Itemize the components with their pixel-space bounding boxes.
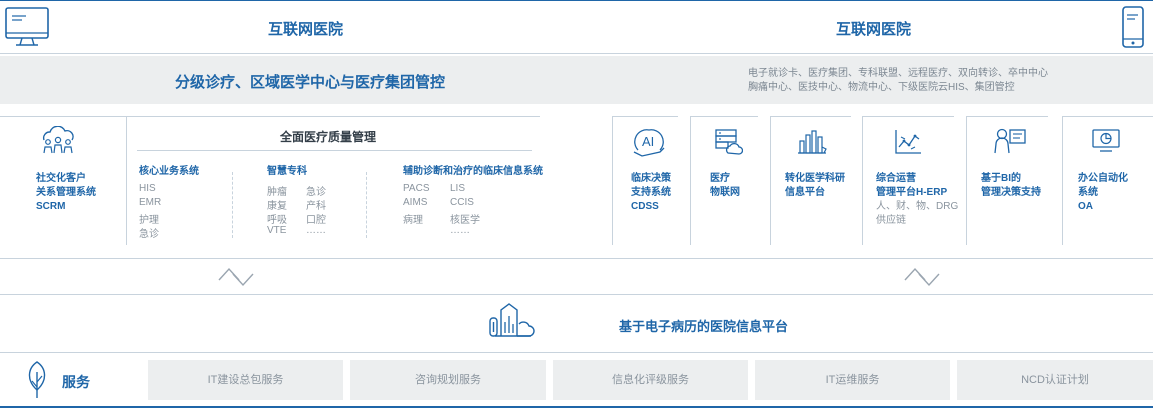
oa-line: 系统 xyxy=(1078,187,1098,198)
modules-bottom-divider xyxy=(0,258,1153,259)
col-specialty-item: 口腔 xyxy=(306,215,326,226)
col-specialty-item: 康复 xyxy=(267,201,287,212)
ai-icon: AI xyxy=(633,129,665,157)
band-note-line1: 电子就诊卡、医疗集团、专科联盟、远程医疗、双向转诊、卒中中心 xyxy=(748,68,1048,79)
svg-text:AI: AI xyxy=(642,134,654,149)
research-line: 转化医学科研 xyxy=(785,173,845,184)
cdss-line: 临床决策 xyxy=(631,173,671,184)
bi-line: 管理决策支持 xyxy=(981,187,1041,198)
service-item[interactable]: 咨询规划服务 xyxy=(350,360,546,400)
herp-line: 综合运营 xyxy=(876,173,916,184)
monitor-icon xyxy=(5,7,49,46)
col-specialty-item: 呼吸 xyxy=(267,215,287,226)
cdss-line: CDSS xyxy=(631,201,659,212)
services-label: 服务 xyxy=(62,374,90,390)
iot-line: 物联网 xyxy=(710,187,740,198)
header-divider xyxy=(0,53,1153,54)
iot-line: 医疗 xyxy=(710,173,730,184)
oa-line: 办公自动化 xyxy=(1078,173,1128,184)
herp-sub: 供应链 xyxy=(876,215,906,226)
cdss-line: 支持系统 xyxy=(631,187,671,198)
col-clinical-item: PACS xyxy=(403,183,430,194)
bottom-border xyxy=(0,406,1153,408)
data-cloud-icon xyxy=(489,303,535,337)
col-specialty-item: 肿瘤 xyxy=(267,187,287,198)
leaf-icon xyxy=(28,361,46,398)
col-divider xyxy=(366,172,367,238)
col-specialty-item: …… xyxy=(306,225,326,236)
oa-line: OA xyxy=(1078,201,1093,212)
scrm-line3: SCRM xyxy=(36,201,66,212)
band-note-line2: 胸痛中心、医技中心、物流中心、下级医院云HIS、集团管控 xyxy=(748,82,1015,93)
col-divider xyxy=(232,172,233,238)
service-item[interactable]: IT运维服务 xyxy=(755,360,950,400)
col-clinical-item: 核医学 xyxy=(450,215,480,226)
trend-chart-icon xyxy=(895,130,921,154)
quality-divider xyxy=(137,150,532,151)
col-core-item: EMR xyxy=(139,197,162,208)
bidirectional-arrows-icon xyxy=(904,267,940,287)
left-header-title: 互联网医院 xyxy=(268,21,344,38)
col-clinical-item: CCIS xyxy=(450,197,474,208)
col-core-item: HIS xyxy=(139,183,156,194)
col-specialty-title: 智慧专科 xyxy=(267,166,307,177)
col-clinical-item: …… xyxy=(450,225,470,236)
col-specialty-item: 急诊 xyxy=(306,187,326,198)
service-item[interactable]: 信息化评级服务 xyxy=(553,360,748,400)
services-top-divider xyxy=(0,352,1153,353)
scrm-line1: 社交化客户 xyxy=(36,173,86,184)
col-core-item: 急诊 xyxy=(139,229,159,240)
service-item[interactable]: IT建设总包服务 xyxy=(148,360,343,400)
band-title: 分级诊疗、区域医学中心与医疗集团管控 xyxy=(175,74,446,91)
platform-title: 基于电子病历的医院信息平台 xyxy=(619,319,789,334)
platform-top-divider xyxy=(0,294,1153,295)
service-item[interactable]: NCD认证计划 xyxy=(957,360,1153,400)
col-clinical-title: 辅助诊断和治疗的临床信息系统 xyxy=(403,166,543,177)
bi-line: 基于BI的 xyxy=(981,173,1021,184)
research-chart-icon xyxy=(798,130,827,154)
col-specialty-item: VTE xyxy=(267,225,287,236)
col-clinical-item: 病理 xyxy=(403,215,423,226)
col-specialty-item: 产科 xyxy=(306,201,326,212)
herp-sub: 人、财、物、DRG xyxy=(876,201,959,212)
server-cloud-icon xyxy=(715,129,743,155)
col-clinical-item: AIMS xyxy=(403,197,428,208)
bidirectional-arrows-icon xyxy=(218,267,254,287)
office-screen-icon xyxy=(1092,129,1120,152)
col-clinical-item: LIS xyxy=(450,183,466,194)
right-header-title: 互联网医院 xyxy=(836,21,912,38)
top-border xyxy=(0,0,1153,1)
people-cloud-icon xyxy=(42,126,74,154)
mobile-phone-icon xyxy=(1122,6,1144,48)
research-line: 信息平台 xyxy=(785,187,825,198)
quality-title: 全面医疗质量管理 xyxy=(280,130,377,144)
person-board-icon xyxy=(994,128,1026,154)
scrm-line2: 关系管理系统 xyxy=(36,187,96,198)
col-core-title: 核心业务系统 xyxy=(139,166,199,177)
herp-line: 管理平台H-ERP xyxy=(876,187,948,198)
col-core-item: 护理 xyxy=(139,215,159,226)
